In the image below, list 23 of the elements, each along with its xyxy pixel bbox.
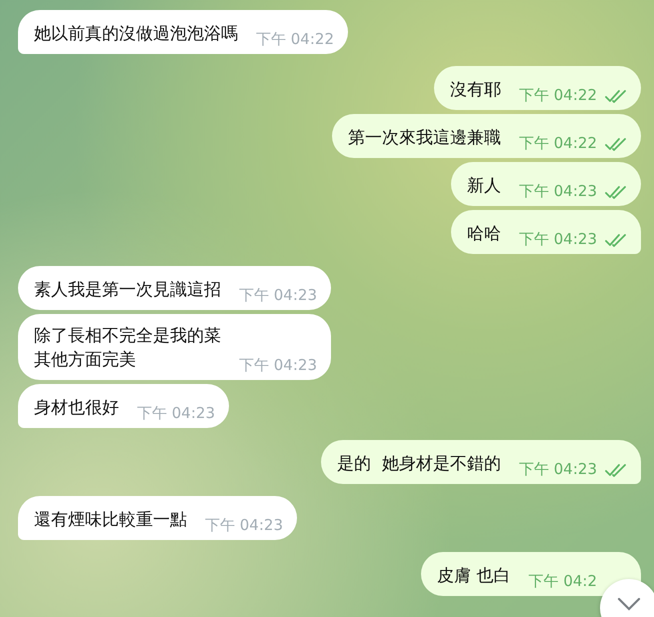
message-text: 還有煙味比較重一點 xyxy=(34,509,187,532)
message-time: 下午 04:22 xyxy=(519,86,597,105)
chevron-down-icon xyxy=(617,597,641,611)
message-time: 下午 04:23 xyxy=(239,286,317,305)
message-text: 哈哈 xyxy=(467,223,501,246)
message-time: 下午 04:2 xyxy=(528,572,597,591)
message-time: 下午 04:23 xyxy=(205,516,283,535)
message-text: 第一次來我這邊兼職 xyxy=(348,127,501,150)
message-time: 下午 04:23 xyxy=(519,230,597,249)
message-time: 下午 04:22 xyxy=(256,30,334,49)
message-text: 新人 xyxy=(467,175,501,198)
message-time: 下午 04:23 xyxy=(519,182,597,201)
message-text: 除了長相不完全是我的菜 其他方面完美 xyxy=(34,325,221,372)
message-time: 下午 04:23 xyxy=(137,404,215,423)
message-text: 皮膚 也白 xyxy=(437,565,511,588)
message-text: 她以前真的沒做過泡泡浴嗎 xyxy=(34,23,238,46)
message-time: 下午 04:23 xyxy=(519,460,597,479)
message-text: 沒有耶 xyxy=(450,79,501,102)
message-time: 下午 04:23 xyxy=(239,356,317,375)
message-text: 身材也很好 xyxy=(34,397,119,420)
message-time: 下午 04:22 xyxy=(519,134,597,153)
message-text: 是的 她身材是不錯的 xyxy=(337,453,501,476)
message-text: 素人我是第一次見識這招 xyxy=(34,279,221,302)
